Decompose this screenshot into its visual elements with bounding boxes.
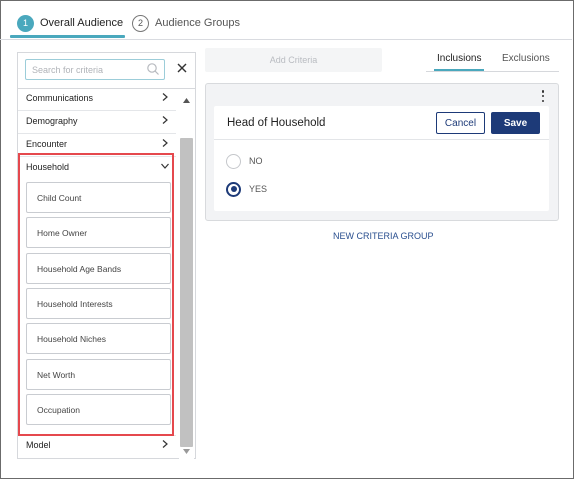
category-label: Communications [26, 93, 94, 103]
scroll-down-icon[interactable] [182, 447, 191, 456]
more-options-icon[interactable] [535, 90, 551, 102]
radio-button[interactable] [226, 181, 241, 197]
list-item-household-age-bands[interactable]: Household Age Bands [26, 253, 171, 284]
new-criteria-group-link[interactable]: NEW CRITERIA GROUP [333, 231, 434, 241]
divider [214, 139, 549, 140]
scrollbar-thumb[interactable] [180, 138, 193, 447]
radio-label: NO [249, 156, 263, 166]
chevron-right-icon [162, 116, 168, 124]
category-label: Household [26, 162, 70, 172]
radio-option-yes[interactable]: YES [226, 181, 267, 197]
add-criteria-button[interactable]: Add Criteria [205, 48, 382, 72]
criteria-title: Head of Household [227, 117, 326, 129]
active-step-indicator [10, 35, 125, 38]
list-item-household-niches[interactable]: Household Niches [26, 323, 171, 354]
list-item-home-owner[interactable]: Home Owner [26, 217, 171, 248]
chevron-down-icon [161, 163, 169, 169]
category-label: Demography [26, 116, 78, 126]
step-overall-audience[interactable]: 1 Overall Audience [17, 13, 123, 33]
step-label: Overall Audience [40, 17, 124, 29]
cancel-button[interactable]: Cancel [436, 112, 485, 134]
category-model[interactable]: Model [18, 434, 176, 456]
list-item-household-interests[interactable]: Household Interests [26, 288, 171, 319]
list-item-label: Household Niches [37, 333, 106, 344]
category-encounter[interactable]: Encounter [18, 133, 176, 155]
list-item-label: Occupation [37, 404, 80, 415]
divider [426, 71, 559, 72]
search-box [25, 59, 165, 80]
list-item-child-count[interactable]: Child Count [26, 182, 171, 213]
chevron-right-icon [162, 440, 168, 448]
list-item-label: Child Count [37, 192, 82, 203]
tab-inclusions[interactable]: Inclusions [437, 53, 481, 64]
tab-exclusions[interactable]: Exclusions [502, 53, 550, 64]
list-item-net-worth[interactable]: Net Worth [26, 359, 171, 390]
category-label: Model [26, 440, 51, 450]
category-household[interactable]: Household [18, 156, 176, 178]
step-number: 2 [132, 14, 149, 32]
category-communications[interactable]: Communications [18, 87, 176, 109]
close-icon[interactable] [175, 61, 189, 75]
radio-button[interactable] [226, 153, 241, 169]
list-item-occupation[interactable]: Occupation [26, 394, 171, 425]
save-button[interactable]: Save [491, 112, 540, 134]
list-item-label: Home Owner [37, 227, 88, 238]
category-label: Encounter [26, 139, 68, 149]
list-item-label: Household Interests [37, 298, 113, 309]
scrollbar[interactable] [179, 91, 194, 459]
step-audience-groups[interactable]: 2 Audience Groups [132, 13, 240, 33]
active-tab-indicator [434, 69, 484, 71]
scroll-up-icon[interactable] [182, 96, 191, 105]
step-number: 1 [17, 14, 34, 32]
list-item-label: Net Worth [37, 369, 76, 380]
radio-option-no[interactable]: NO [226, 153, 263, 169]
step-label: Audience Groups [155, 17, 240, 29]
chevron-right-icon [162, 139, 168, 147]
search-icon[interactable] [146, 62, 160, 76]
search-input[interactable] [26, 60, 144, 79]
radio-label: YES [249, 184, 268, 194]
chevron-right-icon [162, 93, 168, 101]
list-item-label: Household Age Bands [37, 263, 122, 274]
step-header: 1 Overall Audience 2 Audience Groups [0, 0, 572, 40]
criteria-panel: Communications Demography Encounter Hous… [17, 52, 196, 459]
category-demography[interactable]: Demography [18, 110, 176, 132]
